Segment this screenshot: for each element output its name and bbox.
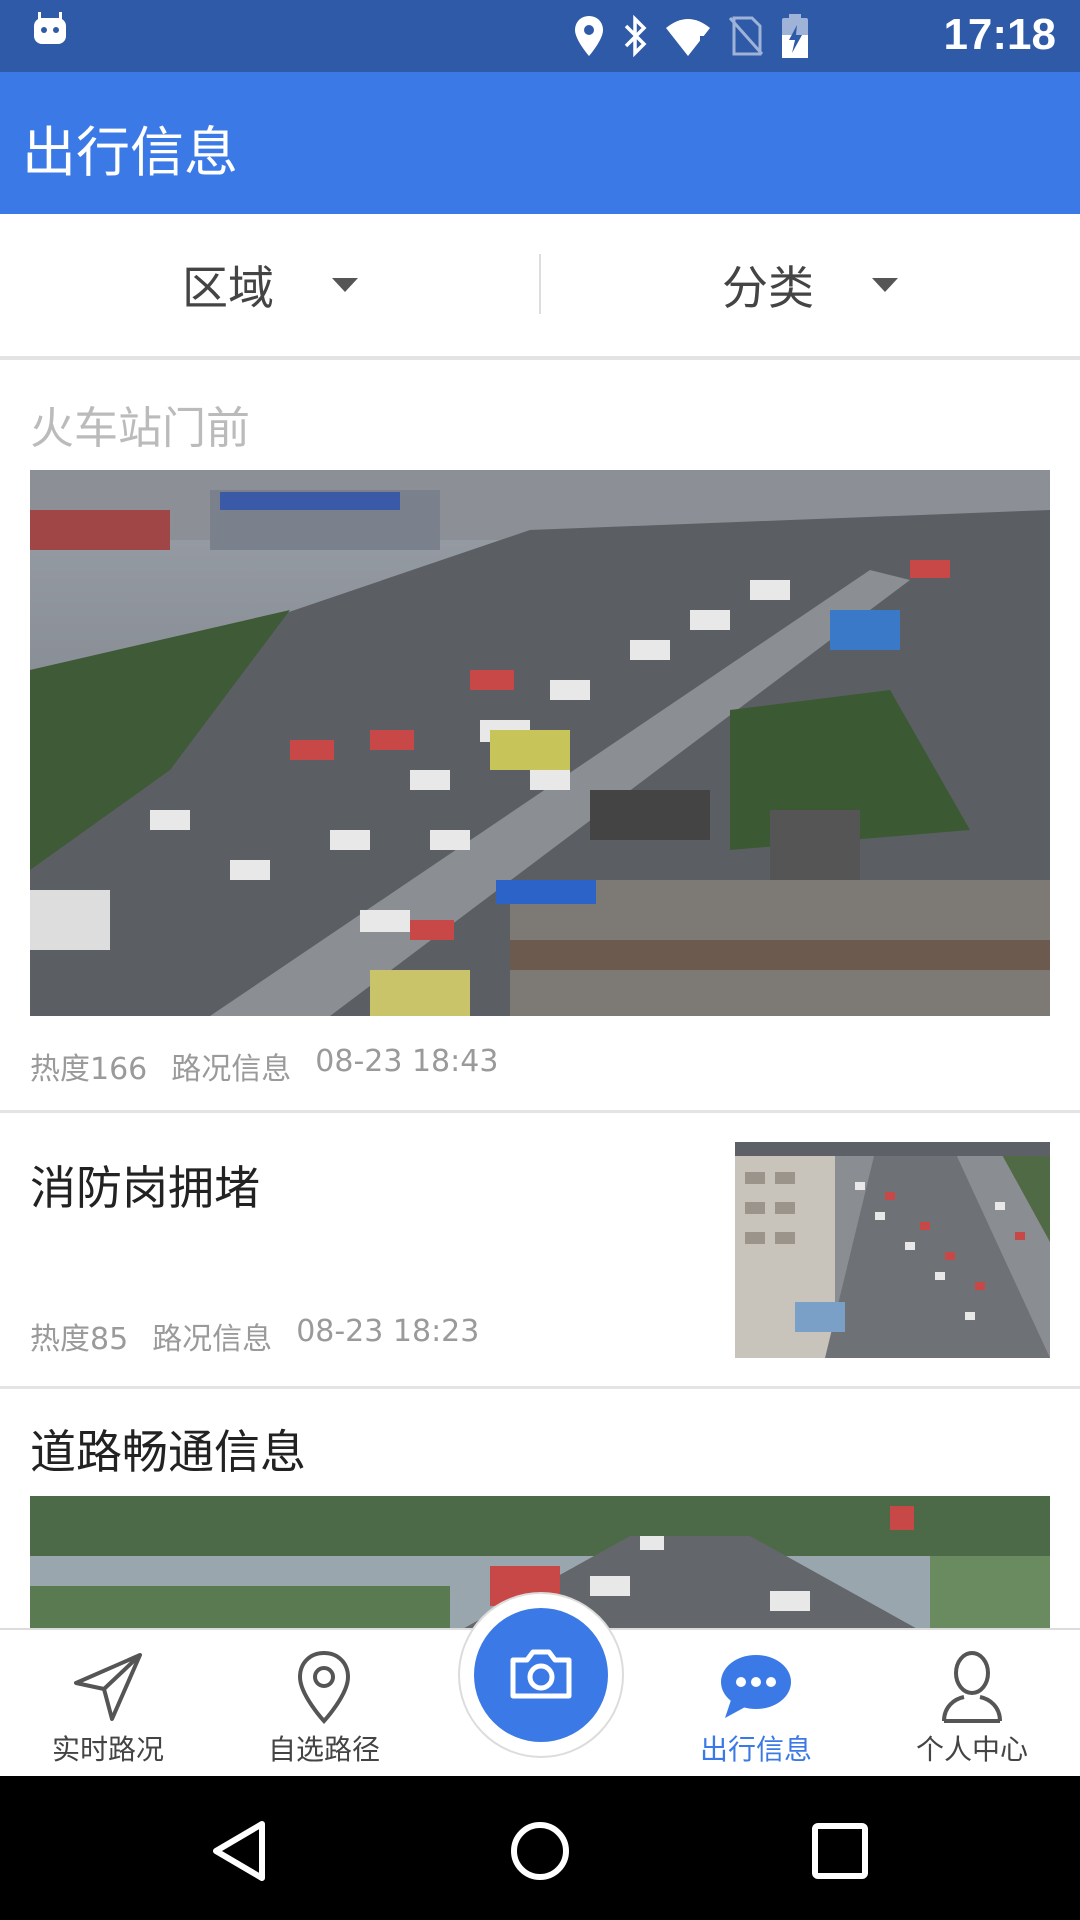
nav-label: 个人中心	[915, 1733, 1028, 1766]
bottom-nav: 实时路况 自选路径 出行信息 个人中心	[0, 1592, 1080, 1776]
wifi-icon	[664, 14, 712, 58]
nav-label: 实时路况	[51, 1733, 164, 1766]
news-feed[interactable]: 火车站门前 热度166 路况信息 08-23 18:43 消防岗拥堵 热度85 …	[0, 362, 1080, 1628]
dropdown-arrow-icon	[872, 278, 898, 292]
post-time: 08-23 18:43	[315, 1044, 499, 1079]
heat-count: 热度166	[30, 1052, 148, 1087]
traffic-thumbnail	[735, 1142, 1050, 1358]
category-filter-label: 分类	[722, 261, 814, 315]
camera-icon	[509, 1646, 573, 1704]
bluetooth-icon	[620, 14, 650, 58]
status-icons	[572, 12, 810, 60]
home-icon[interactable]	[505, 1816, 575, 1886]
info-type: 路况信息	[152, 1322, 273, 1357]
feed-item-title: 道路畅通信息	[30, 1425, 306, 1479]
filter-bar: 区域 分类	[0, 214, 1080, 360]
nav-label: 出行信息	[699, 1733, 812, 1766]
region-filter-dropdown[interactable]: 区域	[0, 214, 540, 356]
nav-custom-route[interactable]: 自选路径	[224, 1650, 424, 1770]
chat-bubble-icon	[656, 1650, 856, 1724]
category-filter-dropdown[interactable]: 分类	[540, 214, 1080, 356]
no-sim-icon	[726, 14, 766, 58]
feed-item-title: 消防岗拥堵	[30, 1161, 260, 1215]
dropdown-arrow-icon	[332, 278, 358, 292]
system-nav-bar	[0, 1776, 1080, 1920]
heat-count: 热度85	[30, 1322, 129, 1357]
camera-button[interactable]	[474, 1608, 608, 1742]
status-time: 17:18	[943, 10, 1056, 59]
map-pin-icon	[224, 1650, 424, 1724]
nav-profile[interactable]: 个人中心	[872, 1650, 1072, 1770]
feed-item-meta: 热度166 路况信息 08-23 18:43	[30, 1044, 498, 1088]
recents-icon[interactable]	[805, 1816, 875, 1886]
traffic-photo	[30, 470, 1050, 1016]
divider	[0, 1386, 1080, 1389]
feed-item-title: 火车站门前	[30, 403, 250, 454]
status-bar: 17:18	[0, 0, 1080, 72]
android-notification-icon	[30, 10, 80, 60]
nav-realtime-traffic[interactable]: 实时路况	[8, 1650, 208, 1770]
nav-label: 自选路径	[267, 1733, 380, 1766]
app-bar: 出行信息	[0, 72, 1080, 214]
info-type: 路况信息	[171, 1052, 292, 1087]
nav-travel-info[interactable]: 出行信息	[656, 1650, 856, 1770]
region-filter-label: 区域	[182, 261, 274, 315]
feed-item-meta: 热度85 路况信息 08-23 18:23	[30, 1314, 479, 1358]
divider	[0, 1110, 1080, 1113]
battery-charging-icon	[780, 13, 810, 59]
post-time: 08-23 18:23	[296, 1314, 480, 1349]
location-icon	[572, 14, 606, 58]
person-icon	[872, 1650, 1072, 1724]
back-icon[interactable]	[206, 1816, 276, 1886]
page-title: 出行信息	[22, 121, 238, 184]
navigation-arrow-icon	[8, 1650, 208, 1724]
